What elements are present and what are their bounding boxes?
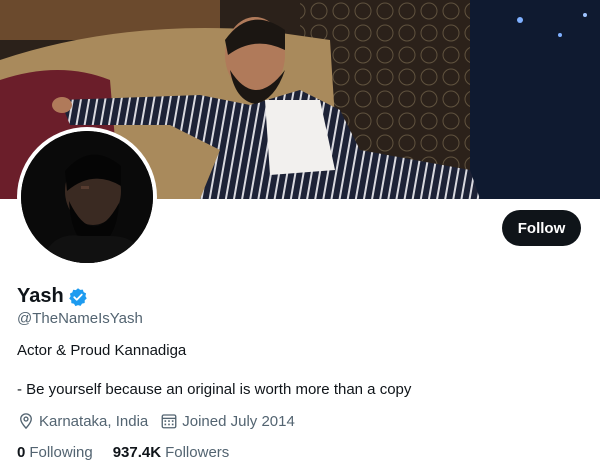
followers-label: Followers	[165, 444, 230, 461]
following-count: 0	[17, 444, 26, 461]
followers-count: 937.4K	[112, 444, 162, 461]
display-name: Yash	[17, 285, 64, 307]
joined-item: Joined July 2014	[160, 412, 295, 430]
joined-text: Joined July 2014	[182, 412, 295, 430]
following-link[interactable]: 0 Following	[17, 444, 93, 461]
following-label: Following	[29, 444, 93, 461]
location-pin-icon	[17, 412, 35, 430]
location-text: Karnataka, India	[39, 412, 149, 430]
follow-button[interactable]: Follow	[502, 210, 581, 246]
bio-line-1: Actor & Proud Kannadiga	[17, 342, 187, 359]
avatar-image	[21, 131, 153, 263]
verified-badge-icon[interactable]	[68, 287, 88, 307]
location-item: Karnataka, India	[17, 412, 148, 430]
profile-name-row: Yash	[17, 285, 88, 308]
bio-line-2: - Be yourself because an original is wor…	[17, 381, 412, 398]
profile-meta: Karnataka, India Joined July 2014	[17, 412, 307, 430]
profile-handle: @TheNameIsYash	[17, 310, 143, 327]
followers-link[interactable]: 937.4K Followers	[113, 444, 230, 461]
follow-counts: 0 Following 937.4K Followers	[17, 444, 249, 461]
calendar-icon	[160, 412, 178, 430]
profile-avatar[interactable]	[17, 127, 157, 267]
